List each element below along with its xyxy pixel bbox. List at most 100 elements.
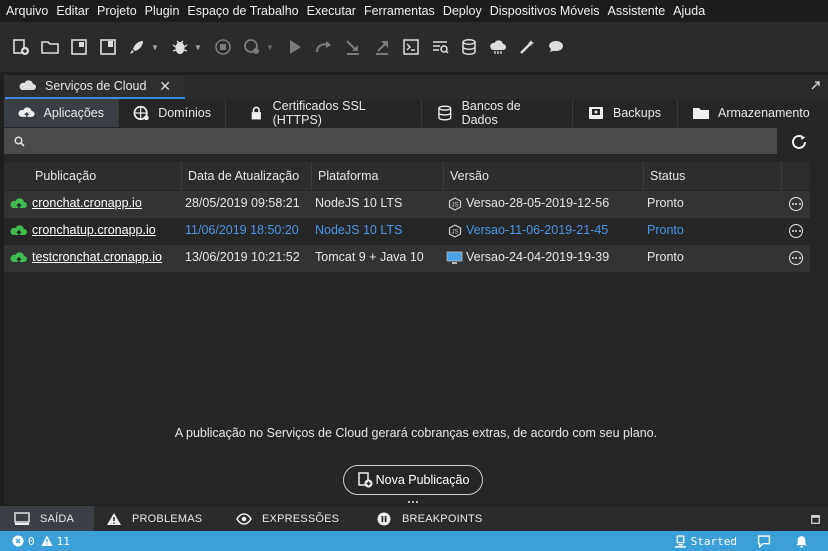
menu-projeto[interactable]: Projeto	[93, 0, 141, 22]
menu-ajuda[interactable]: Ajuda	[669, 0, 709, 22]
platform: NodeJS 10 LTS	[315, 196, 403, 210]
tab-problemas[interactable]: PROBLEMAS	[94, 506, 224, 531]
play-icon[interactable]	[284, 36, 306, 58]
tab-saida[interactable]: SAÍDA	[0, 506, 94, 531]
menu-espaco-de-trabalho[interactable]: Espaço de Trabalho	[183, 0, 302, 22]
column-header-data[interactable]: Data de Atualização	[182, 162, 312, 190]
version: Versao-28-05-2019-12-56	[466, 196, 610, 210]
database-icon	[438, 105, 452, 121]
monitor-icon	[446, 251, 463, 264]
tab-aplicacoes[interactable]: Aplicações	[4, 99, 119, 127]
chevron-down-icon[interactable]: ▼	[266, 43, 276, 52]
error-icon	[12, 535, 24, 547]
tab-cloud-services[interactable]: Serviços de Cloud ✕	[5, 75, 185, 99]
new-project-icon[interactable]	[10, 36, 32, 58]
chat-bubble-icon	[757, 534, 771, 548]
menu-arquivo[interactable]: Arquivo	[2, 0, 52, 22]
refresh-button[interactable]	[786, 130, 812, 154]
tab-dominios[interactable]: Domínios	[119, 99, 226, 127]
globe-icon	[133, 105, 149, 121]
menu-editar[interactable]: Editar	[52, 0, 93, 22]
more-options-icon[interactable]	[789, 251, 803, 265]
chevron-down-icon[interactable]: ▼	[151, 43, 161, 52]
column-header-publicacao[interactable]: Publicação	[29, 162, 182, 190]
status: Pronto	[647, 196, 684, 210]
terminal-icon[interactable]	[400, 36, 422, 58]
more-options-icon[interactable]	[789, 224, 803, 238]
editor-tab-strip: Serviços de Cloud ✕	[4, 75, 828, 99]
column-header-versao[interactable]: Versão	[444, 162, 644, 190]
stop-icon[interactable]	[212, 36, 234, 58]
bug-icon[interactable]	[169, 36, 191, 58]
chat-icon[interactable]	[545, 36, 567, 58]
platform: NodeJS 10 LTS	[315, 223, 403, 237]
filter-input[interactable]	[33, 134, 733, 148]
server-status[interactable]: Started	[674, 535, 737, 548]
menu-deploy[interactable]: Deploy	[439, 0, 486, 22]
debug-icon[interactable]	[241, 36, 263, 58]
column-header-status[interactable]: Status	[644, 162, 782, 190]
step-out-icon[interactable]	[371, 36, 393, 58]
table-row[interactable]: cronchat.cronapp.io 28/05/2019 09:58:21 …	[4, 191, 810, 218]
server-status-label: Started	[690, 534, 737, 548]
magic-wand-icon[interactable]	[516, 36, 538, 58]
close-icon[interactable]: ✕	[159, 78, 171, 95]
maximize-icon[interactable]	[811, 81, 820, 90]
table-row[interactable]: testcronchat.cronapp.io 13/06/2019 10:21…	[4, 245, 810, 272]
new-publication-button[interactable]: Nova Publicação	[343, 465, 483, 495]
warnings-indicator[interactable]: 11	[41, 535, 70, 548]
database-icon[interactable]	[458, 36, 480, 58]
tab-armazenamento[interactable]: Armazenamento	[678, 99, 824, 127]
cloud-icon	[19, 80, 36, 90]
tab-label: Aplicações	[43, 106, 104, 120]
menu-dispositivos-moveis[interactable]: Dispositivos Móveis	[486, 0, 604, 22]
cloud-upload-icon	[10, 252, 27, 263]
window-icon[interactable]	[68, 36, 90, 58]
bell-icon[interactable]	[795, 535, 812, 548]
errors-indicator[interactable]: 0	[12, 535, 35, 548]
more-options-icon[interactable]	[789, 197, 803, 211]
version: Versao-11-06-2019-21-45	[466, 223, 609, 237]
tab-expressoes[interactable]: EXPRESSÕES	[224, 506, 364, 531]
nodejs-icon: JS	[448, 197, 462, 211]
chevron-down-icon[interactable]: ▼	[194, 43, 204, 52]
table-row[interactable]: cronchatup.cronapp.io 11/06/2019 18:50:2…	[4, 218, 810, 245]
pause-icon	[377, 512, 391, 525]
cloud-upload-icon	[18, 107, 35, 118]
tab-label: PROBLEMAS	[132, 512, 203, 525]
publication-link[interactable]: cronchat.cronapp.io	[32, 191, 142, 218]
errors-count: 0	[28, 534, 35, 548]
cloud-icon[interactable]	[487, 36, 509, 58]
cloud-upload-icon	[10, 198, 27, 209]
menu-assistente[interactable]: Assistente	[604, 0, 670, 22]
folder-icon	[693, 108, 709, 119]
backup-icon	[589, 107, 603, 119]
tab-backups[interactable]: Backups	[573, 99, 678, 127]
menu-bar: Arquivo Editar Projeto Plugin Espaço de …	[0, 0, 828, 22]
open-folder-icon[interactable]	[39, 36, 61, 58]
update-date: 11/06/2019 18:50:20	[185, 223, 299, 237]
update-date: 28/05/2019 09:58:21	[185, 196, 300, 210]
maximize-icon[interactable]	[811, 515, 820, 524]
publication-link[interactable]: testcronchat.cronapp.io	[32, 245, 162, 272]
tab-breakpoints[interactable]: BREAKPOINTS	[364, 506, 504, 531]
panel-splitter[interactable]	[408, 501, 420, 505]
publication-link[interactable]: cronchatup.cronapp.io	[32, 218, 156, 245]
menu-ferramentas[interactable]: Ferramentas	[360, 0, 439, 22]
toolbar: ▼ ▼ ▼	[0, 22, 828, 72]
save-icon[interactable]	[97, 36, 119, 58]
new-publication-icon	[357, 472, 373, 488]
step-over-icon[interactable]	[313, 36, 335, 58]
column-header-plataforma[interactable]: Plataforma	[312, 162, 444, 190]
tab-title: Serviços de Cloud	[45, 79, 147, 93]
tab-certificados-ssl[interactable]: Certificados SSL (HTTPS)	[226, 99, 422, 127]
tab-bancos-de-dados[interactable]: Bancos de Dados	[422, 99, 573, 127]
search-list-icon[interactable]	[429, 36, 451, 58]
rocket-icon[interactable]	[126, 36, 148, 58]
step-into-icon[interactable]	[342, 36, 364, 58]
eye-icon	[236, 512, 252, 525]
menu-plugin[interactable]: Plugin	[141, 0, 184, 22]
menu-executar[interactable]: Executar	[303, 0, 360, 22]
cloud-services-panel: Serviços de Cloud ✕ Aplicações Domínios …	[4, 75, 828, 505]
chat-icon[interactable]	[757, 534, 775, 548]
